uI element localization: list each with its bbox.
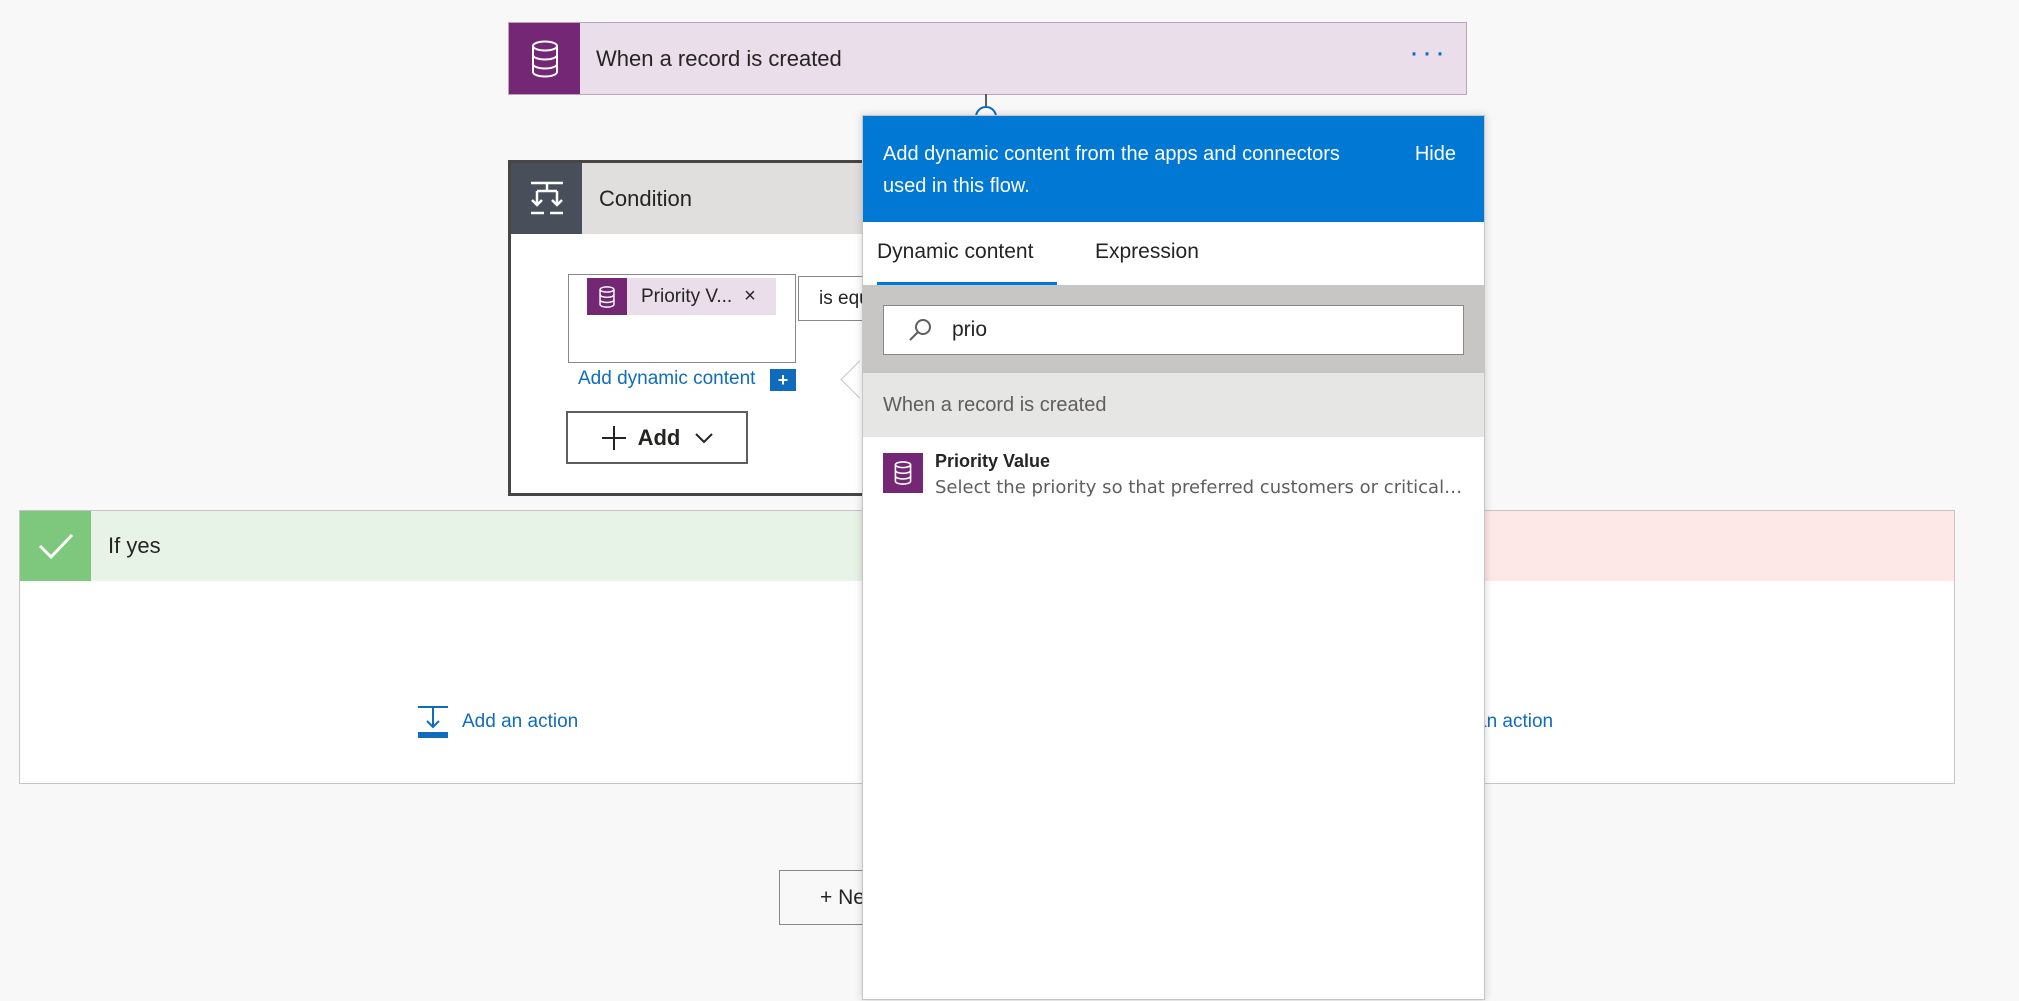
trigger-card[interactable]: When a record is created ··· (508, 22, 1467, 95)
add-action-yes-button[interactable]: Add an action (416, 705, 578, 739)
more-options-icon[interactable]: ··· (1409, 23, 1448, 94)
if-yes-branch: If yes (19, 510, 920, 784)
hide-button[interactable]: Hide (1415, 138, 1456, 170)
dynamic-token[interactable]: Priority V... × (587, 278, 776, 315)
condition-title: Condition (599, 186, 692, 211)
add-button[interactable]: Add (566, 411, 748, 464)
add-dynamic-content-link[interactable]: Add dynamic content (578, 368, 755, 390)
add-action-yes-label: Add an action (462, 711, 579, 732)
search-icon (896, 306, 944, 354)
add-action-no-button[interactable]: an action (1476, 711, 1553, 733)
search-area (863, 285, 1484, 373)
checkmark-icon (20, 511, 91, 581)
item-name: Priority Value (935, 451, 1051, 471)
database-icon (883, 453, 923, 493)
if-yes-title: If yes (108, 533, 161, 558)
condition-icon (511, 163, 582, 234)
add-dynamic-content-icon[interactable]: + (770, 369, 796, 391)
item-description: Select the priority so that preferred cu… (935, 477, 1465, 498)
add-action-icon (418, 706, 448, 738)
search-box (883, 305, 1464, 355)
tab-expression[interactable]: Expression (1095, 222, 1199, 282)
panel-header-text: Add dynamic content from the apps and co… (883, 143, 1340, 197)
if-no-header (1484, 511, 1954, 581)
dynamic-content-panel: Add dynamic content from the apps and co… (862, 115, 1485, 1000)
database-icon (587, 278, 627, 315)
database-icon (509, 23, 580, 94)
search-input[interactable] (950, 317, 1434, 343)
panel-tabs: Dynamic content Expression (863, 222, 1484, 285)
token-label: Priority V... (641, 285, 733, 307)
panel-header: Add dynamic content from the apps and co… (863, 116, 1484, 222)
tab-dynamic-content[interactable]: Dynamic content (877, 222, 1057, 285)
if-no-branch (1484, 510, 1955, 784)
add-button-label: Add (637, 424, 681, 450)
remove-token-icon[interactable]: × (744, 285, 756, 308)
trigger-title: When a record is created (596, 46, 842, 71)
chevron-down-icon (695, 432, 714, 443)
if-yes-header: If yes (20, 511, 920, 581)
plus-icon (601, 425, 626, 450)
dynamic-content-item[interactable]: Priority Value Select the priority so th… (863, 437, 1484, 517)
group-header: When a record is created (863, 373, 1484, 437)
